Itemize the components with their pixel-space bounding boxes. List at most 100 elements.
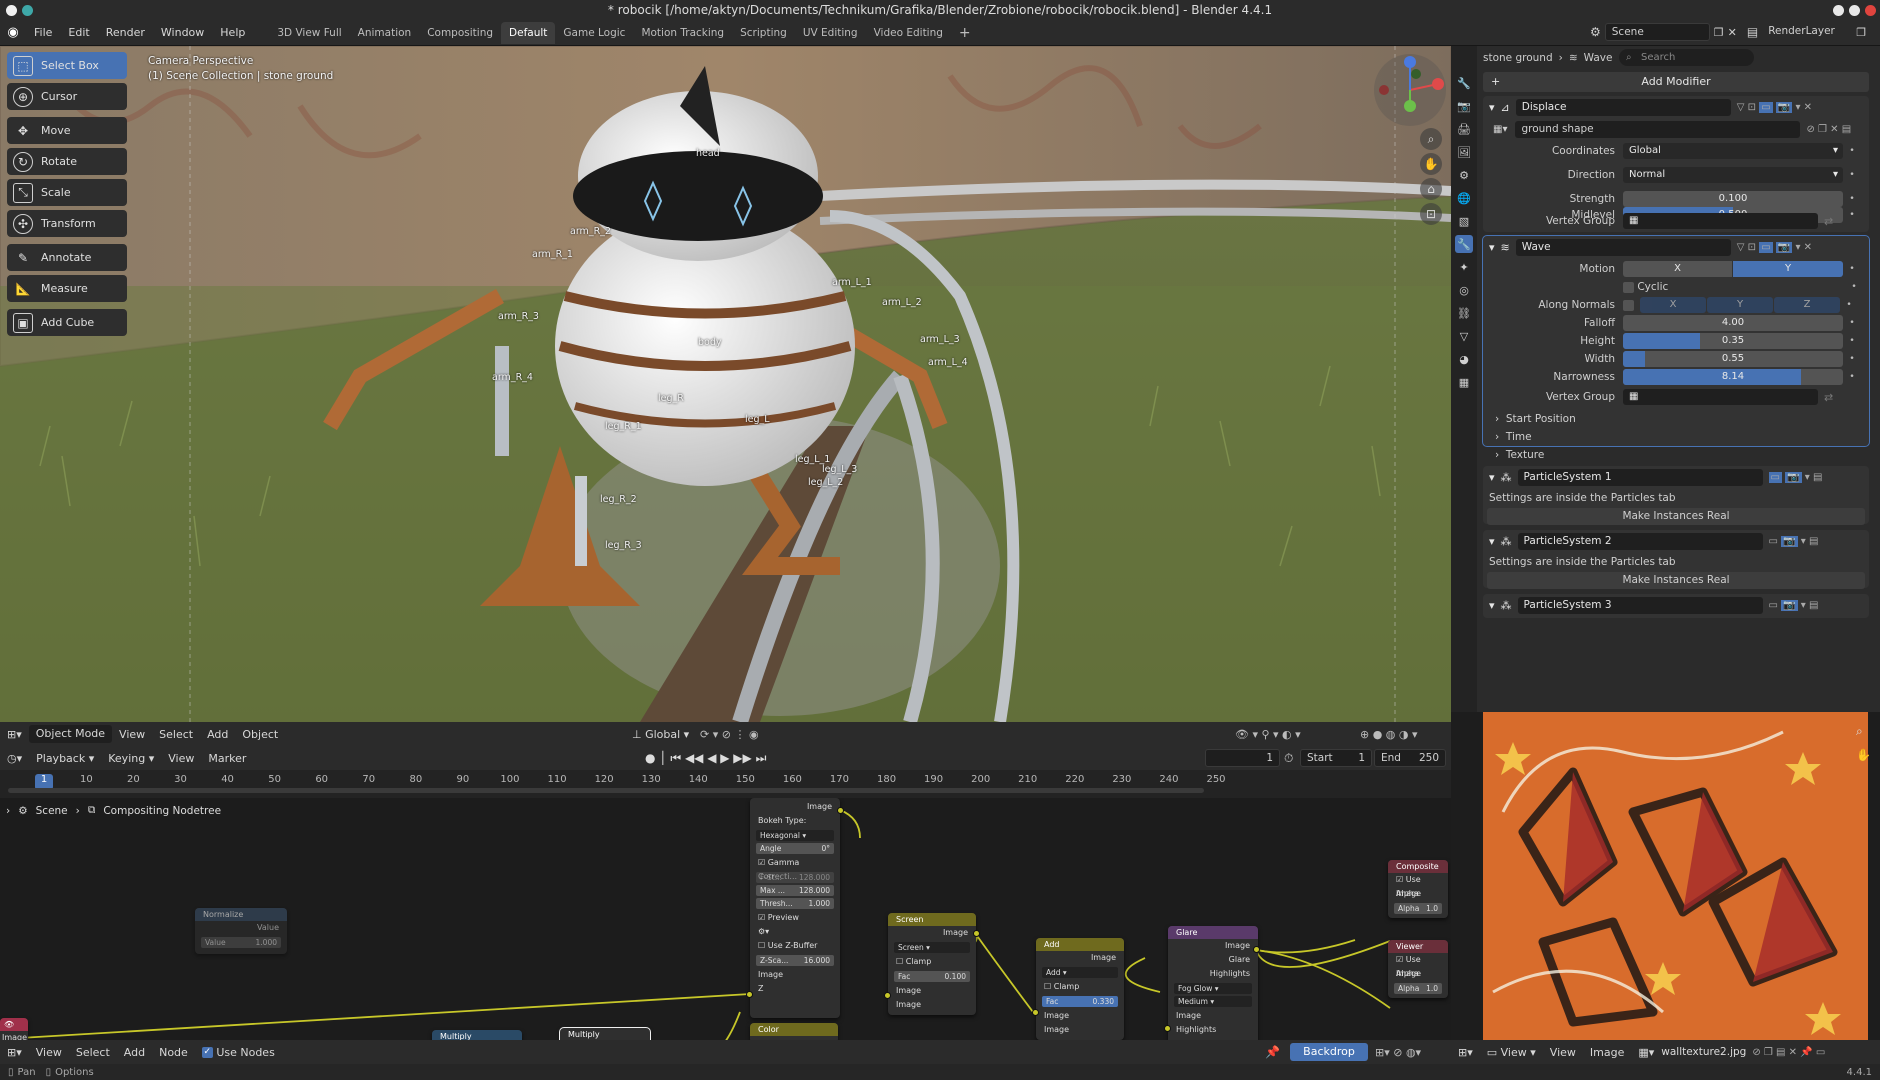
node-glare[interactable]: Glare Image Glare Highlights Fog Glow ▾ …: [1168, 926, 1258, 1044]
tool-tab-icon[interactable]: 🔧: [1455, 74, 1473, 92]
node-editor-type-icon[interactable]: ⊞▾: [0, 1046, 29, 1059]
modifier-toggle-icons[interactable]: ▭ 📷 ▾ ▤: [1769, 535, 1818, 547]
world-tab-icon[interactable]: 🌐: [1455, 189, 1473, 207]
normals-x-toggle[interactable]: X: [1640, 297, 1706, 313]
menu-node-add[interactable]: Add: [117, 1046, 152, 1059]
image-view-select[interactable]: ▭ View ▾: [1480, 1046, 1543, 1059]
node-viewer[interactable]: Viewer ☑ Use Alpha Image Alpha 1.0: [1388, 940, 1448, 998]
start-position-subpanel[interactable]: › Start Position: [1483, 410, 1869, 428]
menu-help[interactable]: Help: [212, 22, 253, 44]
tool-move[interactable]: ✥ Move: [7, 117, 127, 144]
tool-annotate[interactable]: ✎ Annotate: [7, 244, 127, 271]
node-add[interactable]: Add Image Add ▾ ☐ Clamp Fac 0.330 Image I…: [1036, 938, 1124, 1040]
gamma-checkbox[interactable]: ☑ Gamma Correcti...: [750, 856, 840, 881]
pin-icon[interactable]: 📌: [1265, 1045, 1280, 1059]
motion-x-toggle[interactable]: X: [1623, 261, 1732, 277]
backdrop-toggle[interactable]: Backdrop: [1290, 1043, 1368, 1061]
clock-icon[interactable]: ⏱: [1284, 751, 1293, 766]
wave-vertex-group-field[interactable]: ▦: [1623, 389, 1818, 405]
tool-scale[interactable]: ⤡ Scale: [7, 179, 127, 206]
image-pan-icon[interactable]: ✋: [1856, 748, 1871, 762]
close-button[interactable]: [1865, 5, 1876, 16]
material-tab-icon[interactable]: ◕: [1455, 350, 1473, 368]
properties-search[interactable]: ⌕ Search: [1619, 49, 1754, 66]
modifier-toggle-icons[interactable]: ▽ ⊡ ▭ 📷 ▾ ✕: [1737, 241, 1812, 253]
zoom-icon[interactable]: ⌕: [1420, 128, 1442, 150]
use-nodes-checkbox[interactable]: ✓ Use Nodes: [195, 1046, 282, 1059]
width-slider[interactable]: 0.55: [1623, 351, 1843, 367]
menu-keying[interactable]: Keying ▾: [101, 752, 161, 765]
collapse-icon[interactable]: ▾: [1489, 471, 1495, 484]
navigation-gizmo[interactable]: [1370, 50, 1446, 126]
physics-tab-icon[interactable]: ◎: [1455, 281, 1473, 299]
texture-field[interactable]: ground shape: [1515, 120, 1801, 138]
menu-object[interactable]: Object: [235, 728, 285, 741]
menu-view[interactable]: View: [112, 728, 152, 741]
new-layer-icon[interactable]: ❐: [1856, 26, 1866, 39]
node-screen[interactable]: Screen Image Screen ▾ ☐ Clamp Fac 0.100 I…: [888, 913, 976, 1015]
output-tab-icon[interactable]: 🖨: [1455, 120, 1473, 138]
bokeh-type-select[interactable]: Hexagonal ▾: [756, 830, 834, 841]
tab-3d-view-full[interactable]: 3D View Full: [269, 22, 349, 44]
tab-uv-editing[interactable]: UV Editing: [795, 22, 866, 44]
data-tab-icon[interactable]: ▽: [1455, 327, 1473, 345]
menu-timeline-view[interactable]: View: [161, 752, 201, 765]
scene-field[interactable]: Scene: [1604, 23, 1710, 41]
zbuffer-checkbox[interactable]: ☐ Use Z-Buffer: [750, 939, 840, 953]
3d-viewport[interactable]: Camera Perspective (1) Scene Collection …: [0, 46, 1451, 722]
tab-animation[interactable]: Animation: [350, 22, 420, 44]
displace-name-field[interactable]: Displace: [1515, 98, 1731, 116]
make-instances-real-button[interactable]: Make Instances Real: [1487, 508, 1865, 525]
properties-editor[interactable]: 🔧 📷 🖨 🖼 ⚙ 🌐 ▧ 🔧 ✦ ◎ ⛓ ▽ ◕ ▦ stone ground…: [1451, 46, 1880, 712]
wave-name-field[interactable]: Wave: [1515, 238, 1731, 256]
menu-image[interactable]: Image: [1583, 1046, 1631, 1059]
tool-add-cube[interactable]: ▣ Add Cube: [7, 309, 127, 336]
modifier-toggle-icons[interactable]: ▭ 📷 ▾ ▤: [1768, 471, 1822, 483]
timeline-scrollbar[interactable]: [8, 788, 1204, 793]
tab-compositing[interactable]: Compositing: [419, 22, 501, 44]
time-subpanel[interactable]: › Time: [1483, 428, 1869, 446]
image-action-icons[interactable]: ⊘ ❐ ▤ ✕ 📌 ▭: [1752, 1047, 1825, 1058]
node-composite[interactable]: Composite ☑ Use Alpha Image Alpha 1.0: [1388, 860, 1448, 918]
menu-select[interactable]: Select: [152, 728, 200, 741]
start-frame-field[interactable]: Start 1: [1300, 749, 1372, 767]
tool-select-box[interactable]: ⬚ Select Box: [7, 52, 127, 79]
tab-scripting[interactable]: Scripting: [732, 22, 795, 44]
camera-icon[interactable]: ⌂: [1420, 178, 1442, 200]
particle-system-2-name[interactable]: ParticleSystem 2: [1517, 532, 1763, 550]
blender-logo-icon[interactable]: ◉: [0, 25, 26, 40]
scene-icon[interactable]: ⚙: [1590, 25, 1601, 39]
direction-select[interactable]: Normal ▾: [1623, 167, 1843, 183]
texture-subpanel[interactable]: › Texture: [1495, 446, 1880, 464]
playback-controls[interactable]: ● │ ⏮ ◀◀ ◀ ▶ ▶▶ ⏭: [645, 751, 766, 766]
normals-y-toggle[interactable]: Y: [1707, 297, 1773, 313]
pan-icon[interactable]: ✋: [1420, 153, 1442, 175]
menu-playback[interactable]: Playback ▾: [29, 752, 101, 765]
scene-tab-icon[interactable]: ⚙: [1455, 166, 1473, 184]
image-name-field[interactable]: walltexture2.jpg: [1661, 1046, 1746, 1058]
tab-default[interactable]: Default: [501, 21, 556, 44]
narrowness-slider[interactable]: 8.14: [1623, 369, 1843, 385]
add-workspace-icon[interactable]: +: [951, 22, 979, 44]
mode-select[interactable]: Object Mode: [28, 725, 113, 743]
view-layer-field[interactable]: RenderLayer: [1762, 23, 1852, 41]
tool-measure[interactable]: 📐 Measure: [7, 275, 127, 302]
add-modifier-button[interactable]: + Add Modifier: [1483, 72, 1869, 92]
gizmo-icons[interactable]: 👁 ▾ ⚲ ▾ ◐ ▾: [1235, 728, 1301, 741]
menu-edit[interactable]: Edit: [60, 22, 97, 44]
menu-node[interactable]: Node: [152, 1046, 195, 1059]
menu-node-view[interactable]: View: [29, 1046, 69, 1059]
render-tab-icon[interactable]: 📷: [1455, 97, 1473, 115]
strength-field[interactable]: 0.100: [1623, 191, 1843, 207]
modifier-toggle-icons[interactable]: ▭ 📷 ▾ ▤: [1769, 599, 1818, 611]
collapse-icon[interactable]: ▾: [1489, 599, 1495, 612]
compositor-node-editor[interactable]: › ⚙ Scene › ⧉ Compositing Nodetree Norma…: [0, 798, 1451, 1048]
constraints-tab-icon[interactable]: ⛓: [1455, 304, 1473, 322]
modifier-tab-icon[interactable]: 🔧: [1455, 235, 1473, 253]
along-normals-checkbox[interactable]: [1623, 299, 1634, 311]
image-browse-icon[interactable]: ▦▾: [1631, 1046, 1661, 1059]
new-scene-icon[interactable]: ❐: [1714, 26, 1724, 39]
view-layer-tab-icon[interactable]: 🖼: [1455, 143, 1473, 161]
displace-vertex-group-field[interactable]: ▦: [1623, 213, 1818, 229]
snap-icons[interactable]: ⟳ ▾ ⊘ ⋮ ◉: [700, 728, 759, 741]
